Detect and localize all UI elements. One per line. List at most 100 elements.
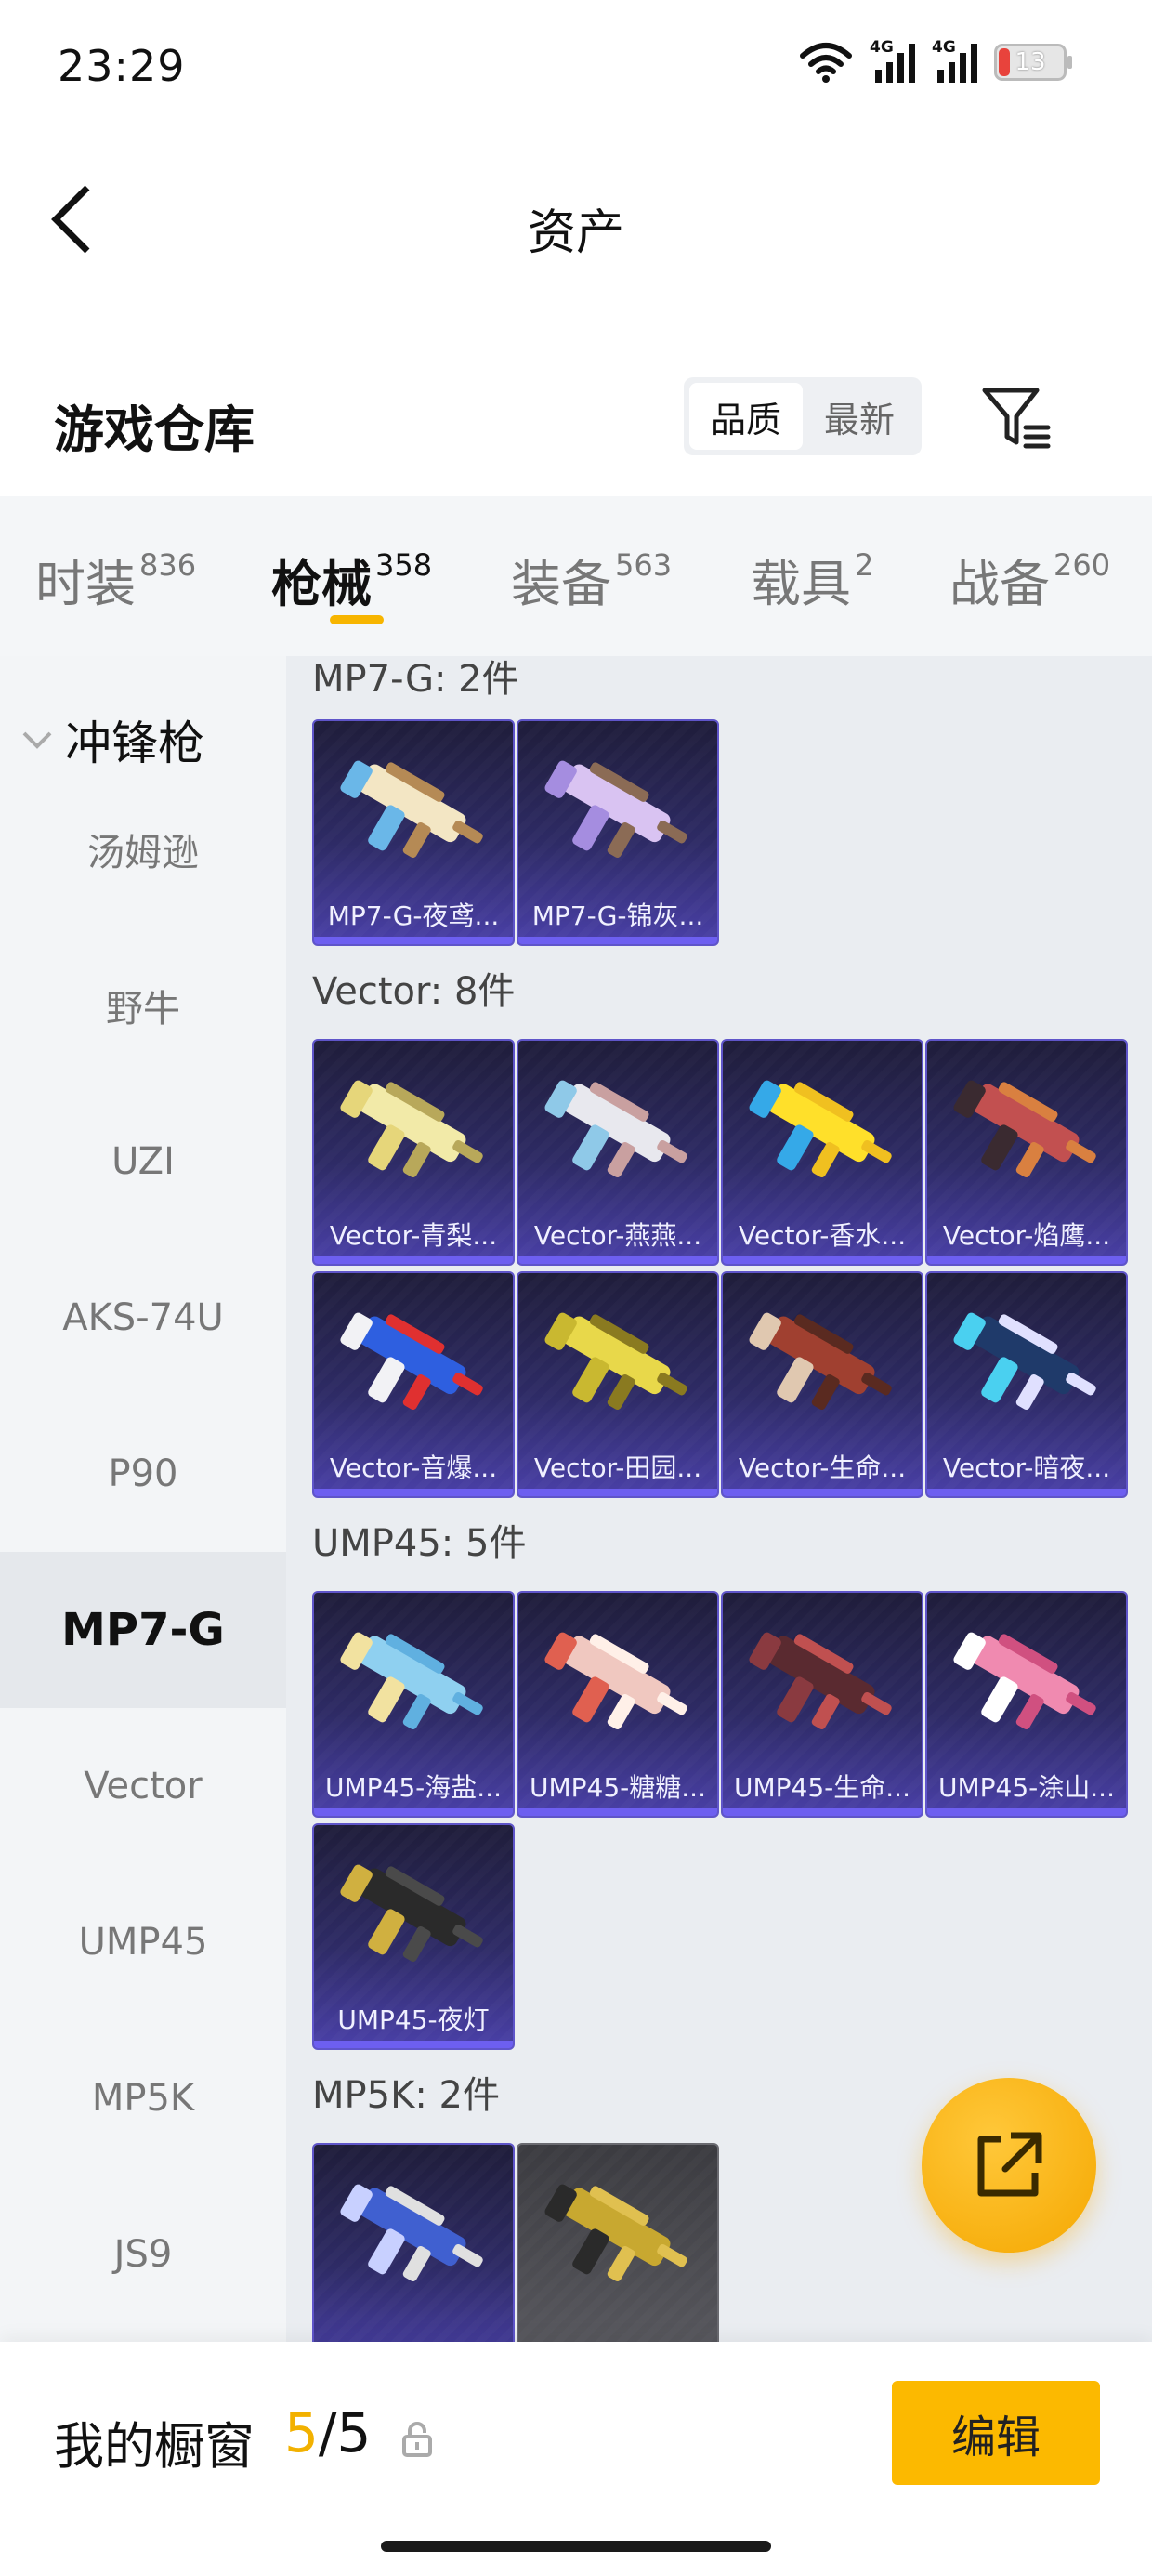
rarity-bar bbox=[723, 1489, 922, 1496]
rarity-bar bbox=[927, 1489, 1126, 1496]
tab-fashion[interactable]: 时装 836 bbox=[35, 543, 196, 616]
share-external-icon bbox=[977, 2132, 1042, 2197]
sidebar-item-aks74u[interactable]: AKS-74U bbox=[0, 1240, 286, 1396]
sidebar-group-smg[interactable]: 冲锋枪 bbox=[19, 706, 204, 773]
skin-card[interactable]: Vector-青梨... bbox=[312, 1039, 515, 1266]
skin-card-label: Vector-田园... bbox=[533, 1452, 702, 1483]
sidebar-item-uzi[interactable]: UZI bbox=[0, 1084, 286, 1240]
sidebar-item-js9[interactable]: JS9 bbox=[0, 2176, 286, 2333]
tab-equipment[interactable]: 装备 563 bbox=[511, 543, 672, 616]
weapon-skin-icon bbox=[749, 1312, 892, 1411]
tab-gear[interactable]: 战备 260 bbox=[949, 543, 1110, 616]
rarity-bar bbox=[314, 1808, 513, 1816]
weapon-skin-icon bbox=[544, 760, 687, 859]
skin-card-label: Vector-青梨... bbox=[329, 1220, 498, 1251]
showcase-count: 5/5 bbox=[284, 2401, 372, 2464]
weapon-skin-icon bbox=[953, 1312, 1096, 1411]
page-header: 资产 bbox=[0, 149, 1152, 288]
sort-toggle: 品质 最新 bbox=[684, 377, 922, 455]
sidebar-item-bizon[interactable]: 野牛 bbox=[0, 927, 286, 1084]
rarity-bar bbox=[927, 1256, 1126, 1264]
skin-card[interactable]: Vector-香水... bbox=[721, 1039, 923, 1266]
weapon-skin-icon bbox=[544, 1080, 687, 1178]
sidebar-item-mp7g[interactable]: MP7-G bbox=[0, 1552, 286, 1708]
rarity-bar bbox=[927, 1808, 1126, 1816]
rarity-bar bbox=[723, 1808, 922, 1816]
sort-quality-option[interactable]: 品质 bbox=[689, 383, 803, 450]
lock-icon bbox=[402, 2422, 432, 2457]
rarity-bar bbox=[518, 937, 717, 944]
weapon-skin-icon bbox=[340, 760, 483, 859]
sidebar-item-p90[interactable]: P90 bbox=[0, 1396, 286, 1552]
skin-card[interactable] bbox=[517, 2143, 719, 2342]
wifi-icon bbox=[800, 43, 852, 83]
weapon-skin-icon bbox=[340, 1312, 483, 1411]
skin-card-label: UMP45-生命... bbox=[734, 1772, 910, 1803]
signal-icon-2: 4G bbox=[932, 38, 977, 83]
weapon-sidebar: 冲锋枪 汤姆逊 野牛 UZI AKS-74U P90 MP7-G Vector … bbox=[0, 656, 286, 2342]
skin-card[interactable]: Vector-暗夜... bbox=[925, 1271, 1128, 1498]
skin-card[interactable]: Vector-田园... bbox=[517, 1271, 719, 1498]
section-title: MP5K: 2件 bbox=[312, 2074, 500, 2117]
edit-button[interactable]: 编辑 bbox=[892, 2381, 1100, 2485]
skin-card-label: Vector-香水... bbox=[738, 1220, 907, 1251]
section-title: UMP45: 5件 bbox=[312, 1522, 527, 1565]
share-button[interactable] bbox=[922, 2078, 1096, 2253]
status-bar: 23:29 4G 4G 13 bbox=[0, 0, 1152, 130]
sort-latest-option[interactable]: 最新 bbox=[803, 383, 916, 450]
weapon-skin-icon bbox=[749, 1632, 892, 1730]
weapon-skin-icon bbox=[953, 1632, 1096, 1730]
skin-card-label: MP7-G-锦灰... bbox=[531, 900, 704, 931]
skin-card[interactable] bbox=[312, 2143, 515, 2342]
skin-card-label: MP7-G-夜鸢... bbox=[327, 900, 500, 931]
home-indicator bbox=[381, 2541, 771, 2552]
sidebar-item-thompson[interactable]: 汤姆逊 bbox=[0, 771, 286, 927]
skin-card[interactable]: UMP45-夜灯 bbox=[312, 1823, 515, 2050]
skin-card[interactable]: UMP45-涂山... bbox=[925, 1591, 1128, 1818]
battery-level: 13 bbox=[1015, 48, 1046, 76]
skin-card[interactable]: Vector-音爆... bbox=[312, 1271, 515, 1498]
skin-card[interactable]: MP7-G-夜鸢... bbox=[312, 719, 515, 946]
skin-card[interactable]: UMP45-海盐... bbox=[312, 1591, 515, 1818]
tab-firearms[interactable]: 枪械 358 bbox=[271, 543, 432, 616]
page-title: 资产 bbox=[527, 205, 624, 261]
section-title: Vector: 8件 bbox=[312, 970, 516, 1013]
skin-card-label: UMP45-涂山... bbox=[938, 1772, 1115, 1803]
weapon-skin-icon bbox=[340, 1080, 483, 1178]
skin-card[interactable]: UMP45-生命... bbox=[721, 1591, 923, 1818]
skin-card[interactable]: Vector-燕燕... bbox=[517, 1039, 719, 1266]
skin-card-label: UMP45-海盐... bbox=[325, 1772, 502, 1803]
rarity-bar bbox=[518, 1489, 717, 1496]
weapon-skin-icon bbox=[340, 2184, 483, 2282]
weapon-skin-icon bbox=[749, 1080, 892, 1178]
weapon-skin-icon bbox=[544, 1312, 687, 1411]
category-tabs: 时装 836 枪械 358 装备 563 载具 2 战备 260 bbox=[0, 496, 1152, 656]
skin-card[interactable]: Vector-焰鹰... bbox=[925, 1039, 1128, 1266]
status-icons: 4G 4G 13 bbox=[799, 38, 1072, 84]
sidebar-item-mp5k[interactable]: MP5K bbox=[0, 2020, 286, 2176]
skin-card[interactable]: MP7-G-锦灰... bbox=[517, 719, 719, 946]
rarity-bar bbox=[314, 2041, 513, 2048]
weapon-skin-icon bbox=[340, 1864, 483, 1963]
sidebar-item-ump45[interactable]: UMP45 bbox=[0, 1864, 286, 2020]
skin-card-label: Vector-焰鹰... bbox=[942, 1220, 1111, 1251]
skin-card[interactable]: Vector-生命... bbox=[721, 1271, 923, 1498]
rarity-bar bbox=[314, 1256, 513, 1264]
skin-card-label: UMP45-糖糖... bbox=[530, 1772, 706, 1803]
rarity-bar bbox=[518, 1808, 717, 1816]
skin-card-label: Vector-暗夜... bbox=[942, 1452, 1111, 1483]
tab-vehicles[interactable]: 载具 2 bbox=[751, 543, 873, 616]
rarity-bar bbox=[723, 1256, 922, 1264]
signal-icon-1: 4G bbox=[870, 38, 915, 83]
skin-card-label: UMP45-夜灯 bbox=[337, 2004, 490, 2035]
filter-list-icon[interactable] bbox=[979, 385, 1054, 452]
rarity-bar bbox=[314, 937, 513, 944]
weapon-skin-icon bbox=[544, 2184, 687, 2282]
weapon-skin-icon bbox=[340, 1632, 483, 1730]
battery-icon: 13 bbox=[994, 44, 1072, 81]
active-tab-indicator bbox=[330, 615, 384, 624]
weapon-skin-icon bbox=[953, 1080, 1096, 1178]
sidebar-item-vector[interactable]: Vector bbox=[0, 1708, 286, 1864]
skin-card[interactable]: UMP45-糖糖... bbox=[517, 1591, 719, 1818]
section-title: MP7-G: 2件 bbox=[312, 658, 519, 701]
